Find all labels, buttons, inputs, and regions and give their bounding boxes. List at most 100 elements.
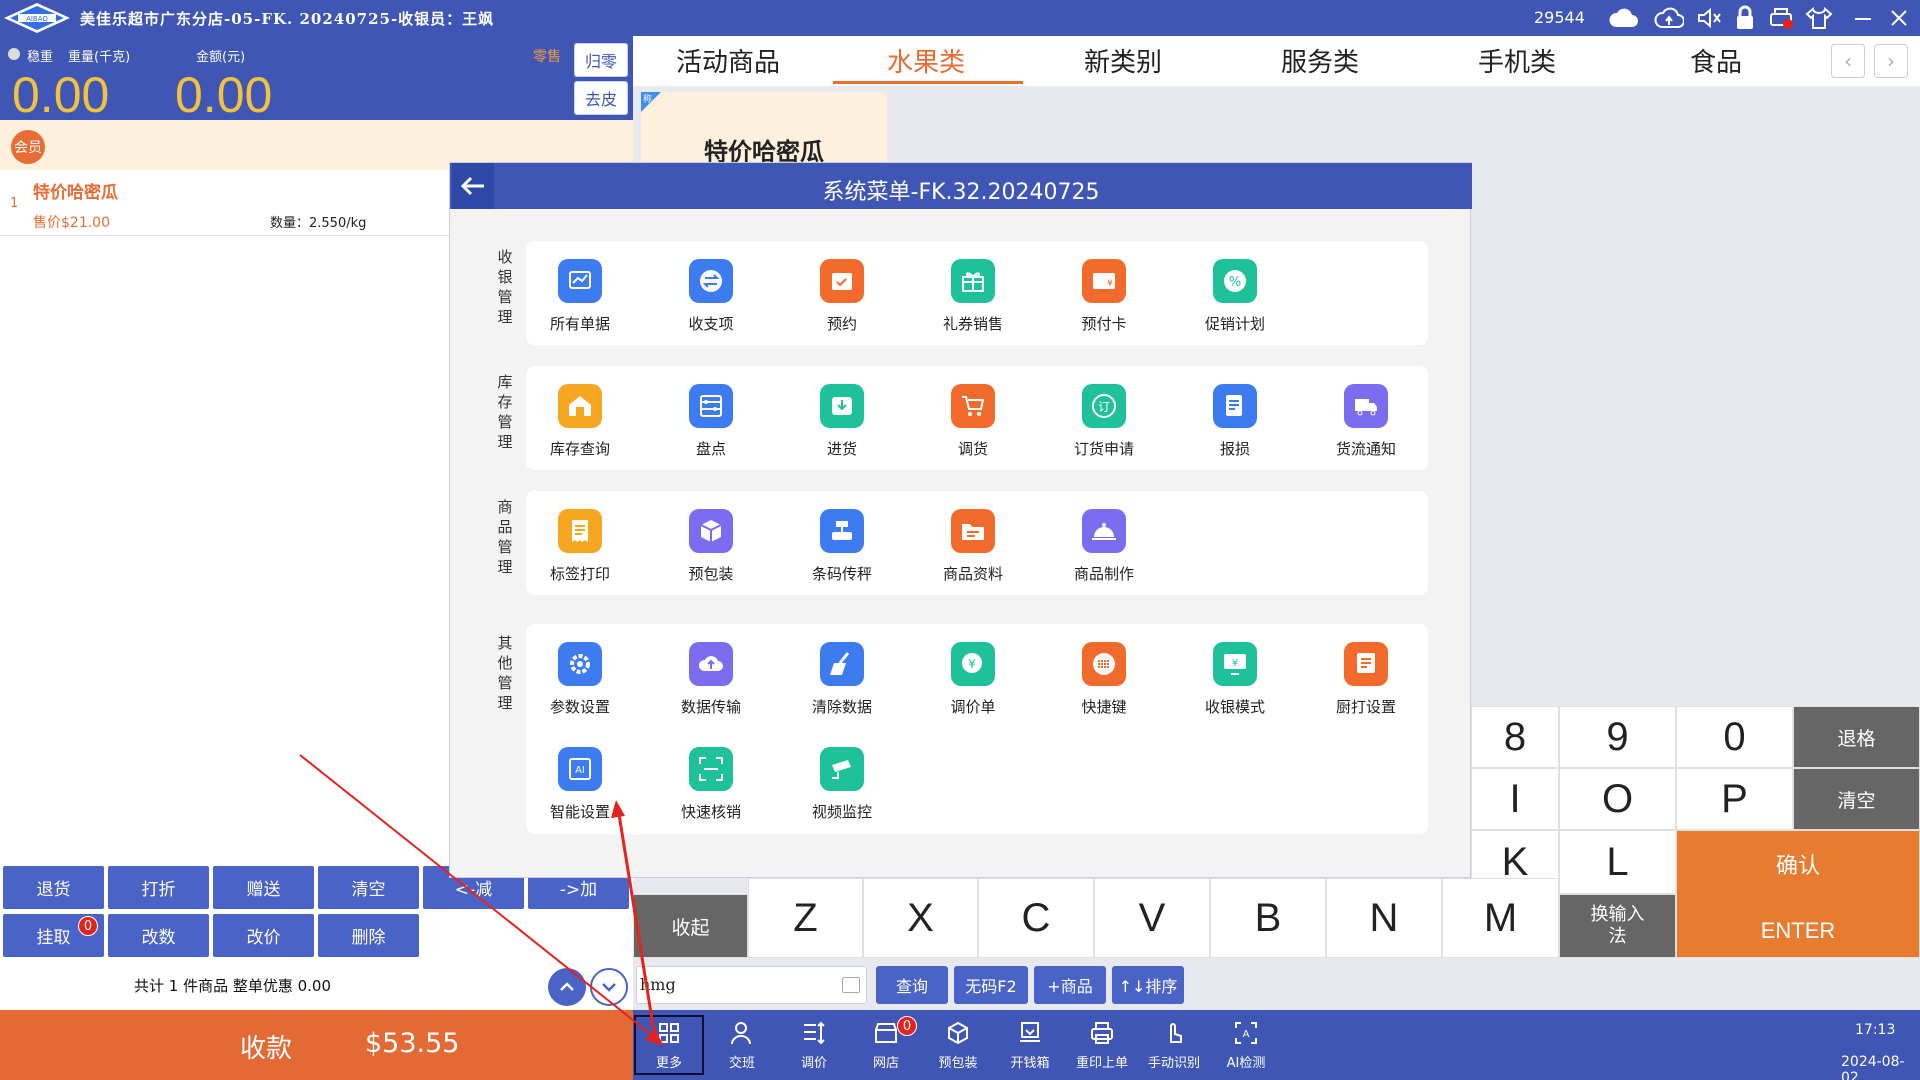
menu-item[interactable]: 报损: [1189, 384, 1281, 459]
chevron-down-icon: [602, 983, 616, 992]
menu-item[interactable]: 进货: [796, 384, 888, 459]
menu-item[interactable]: 预包装: [665, 509, 757, 584]
return-button[interactable]: 退货: [3, 866, 104, 909]
menu-item[interactable]: 所有单据: [534, 259, 626, 334]
tab-food[interactable]: 食品: [1690, 42, 1742, 79]
key-8[interactable]: 8: [1471, 706, 1559, 768]
cash-drawer-icon: [1020, 1022, 1040, 1042]
delete-button[interactable]: 删除: [318, 914, 419, 957]
tab-fruit[interactable]: 水果类: [887, 42, 965, 79]
svg-text:¥: ¥: [1232, 658, 1238, 669]
key-o[interactable]: O: [1559, 768, 1676, 830]
key-v[interactable]: V: [1094, 878, 1210, 958]
tabs-prev-button[interactable]: ‹: [1831, 44, 1865, 78]
menu-item[interactable]: 商品制作: [1058, 509, 1150, 584]
menu-item[interactable]: 盘点: [665, 384, 757, 459]
key-x[interactable]: X: [863, 878, 978, 958]
printer-status-icon[interactable]: [1766, 5, 1796, 31]
keyboard-icon[interactable]: [842, 977, 860, 993]
menu-item[interactable]: 订订货申请: [1058, 384, 1150, 459]
sort-button[interactable]: ↑↓排序: [1112, 966, 1184, 1004]
gift-button[interactable]: 赠送: [213, 866, 314, 909]
backspace-key[interactable]: 退格: [1793, 706, 1920, 768]
cloud-sync-icon[interactable]: [1654, 5, 1685, 31]
speaker-icon[interactable]: [1694, 5, 1724, 31]
key-p[interactable]: P: [1676, 768, 1793, 830]
enter-key[interactable]: 确认 ENTER: [1676, 830, 1920, 958]
tab-new-category[interactable]: 新类别: [1084, 42, 1162, 79]
tab-services[interactable]: 服务类: [1281, 42, 1359, 79]
change-qty-button[interactable]: 改数: [108, 914, 209, 957]
menu-item-label: 促销计划: [1204, 315, 1265, 333]
tabs-next-button[interactable]: ›: [1874, 44, 1908, 78]
key-b[interactable]: B: [1210, 878, 1326, 958]
menu-item[interactable]: 货流通知: [1320, 384, 1412, 459]
menu-item[interactable]: 条码传秤: [796, 509, 888, 584]
add-product-button[interactable]: +商品: [1034, 966, 1106, 1004]
lock-icon[interactable]: [1730, 5, 1760, 31]
switch-ime-key[interactable]: 换输入法: [1559, 894, 1676, 958]
menu-item[interactable]: ¥ 预付卡: [1058, 259, 1150, 334]
menu-item[interactable]: 库存查询: [534, 384, 626, 459]
tab-phones[interactable]: 手机类: [1478, 42, 1556, 79]
menu-item[interactable]: 调货: [927, 384, 1019, 459]
menu-item[interactable]: 参数设置: [534, 642, 626, 717]
tare-button[interactable]: 去皮: [574, 81, 628, 115]
menu-item[interactable]: 收支项: [665, 259, 757, 334]
more-button[interactable]: 更多: [634, 1015, 704, 1075]
manual-recognize-button[interactable]: 手动识别: [1138, 1010, 1210, 1080]
key-0[interactable]: 0: [1676, 706, 1793, 768]
member-button[interactable]: 会员: [11, 130, 45, 164]
cloud-icon: [689, 642, 733, 686]
weight-label: 重量(千克): [68, 50, 131, 65]
clear-key[interactable]: 清空: [1793, 768, 1920, 830]
menu-item[interactable]: 厨打设置: [1320, 642, 1412, 717]
menu-item[interactable]: % 促销计划: [1189, 259, 1281, 334]
cart-row-index: 1: [10, 196, 19, 211]
menu-item[interactable]: 快速核销: [665, 747, 757, 822]
keyboard-icon: [1082, 642, 1126, 686]
cloud-icon[interactable]: [1608, 5, 1638, 31]
menu-item[interactable]: 商品资料: [927, 509, 1019, 584]
key-i[interactable]: I: [1471, 768, 1559, 830]
discount-button[interactable]: 打折: [108, 866, 209, 909]
menu-item[interactable]: 清除数据: [796, 642, 888, 717]
query-button[interactable]: 查询: [876, 966, 948, 1004]
menu-item[interactable]: 标签打印: [534, 509, 626, 584]
truck-icon: [1344, 384, 1388, 428]
tab-activity[interactable]: 活动商品: [676, 42, 780, 79]
zero-button[interactable]: 归零: [574, 43, 628, 77]
shirt-icon[interactable]: [1804, 5, 1834, 31]
key-z[interactable]: Z: [748, 878, 863, 958]
collapse-keyboard-key[interactable]: 收起: [633, 894, 748, 958]
menu-item[interactable]: 视频监控: [796, 747, 888, 822]
scroll-up-button[interactable]: [548, 968, 586, 1006]
close-icon[interactable]: [1884, 5, 1914, 31]
shift-handover-button[interactable]: 交班: [706, 1010, 778, 1080]
menu-item[interactable]: 礼券销售: [927, 259, 1019, 334]
menu-item[interactable]: AI 智能设置: [534, 747, 626, 822]
menu-item[interactable]: ¥ 收银模式: [1189, 642, 1281, 717]
key-m[interactable]: M: [1442, 878, 1559, 958]
ai-detect-button[interactable]: A AI检测: [1210, 1010, 1282, 1080]
no-barcode-button[interactable]: 无码F2: [954, 966, 1028, 1004]
key-9[interactable]: 9: [1559, 706, 1676, 768]
price-adjust-button[interactable]: 调价: [778, 1010, 850, 1080]
minimize-icon[interactable]: [1848, 5, 1878, 31]
reprint-button[interactable]: 重印上单: [1066, 1010, 1138, 1080]
menu-item[interactable]: 数据传输: [665, 642, 757, 717]
search-input[interactable]: hmg: [636, 966, 867, 1004]
menu-item[interactable]: 快捷键: [1058, 642, 1150, 717]
change-price-button[interactable]: 改价: [213, 914, 314, 957]
key-l[interactable]: L: [1559, 830, 1676, 894]
key-c[interactable]: C: [978, 878, 1094, 958]
menu-item[interactable]: ¥ 调价单: [927, 642, 1019, 717]
scroll-down-button[interactable]: [590, 968, 628, 1006]
key-n[interactable]: N: [1326, 878, 1442, 958]
prepack-button[interactable]: 预包装: [922, 1010, 994, 1080]
open-drawer-button[interactable]: 开钱箱: [994, 1010, 1066, 1080]
clear-cart-button[interactable]: 清空: [318, 866, 419, 909]
svg-text:¥: ¥: [968, 657, 976, 671]
payment-bar[interactable]: 收款 $53.55: [0, 1010, 633, 1080]
menu-item[interactable]: 预约: [796, 259, 888, 334]
